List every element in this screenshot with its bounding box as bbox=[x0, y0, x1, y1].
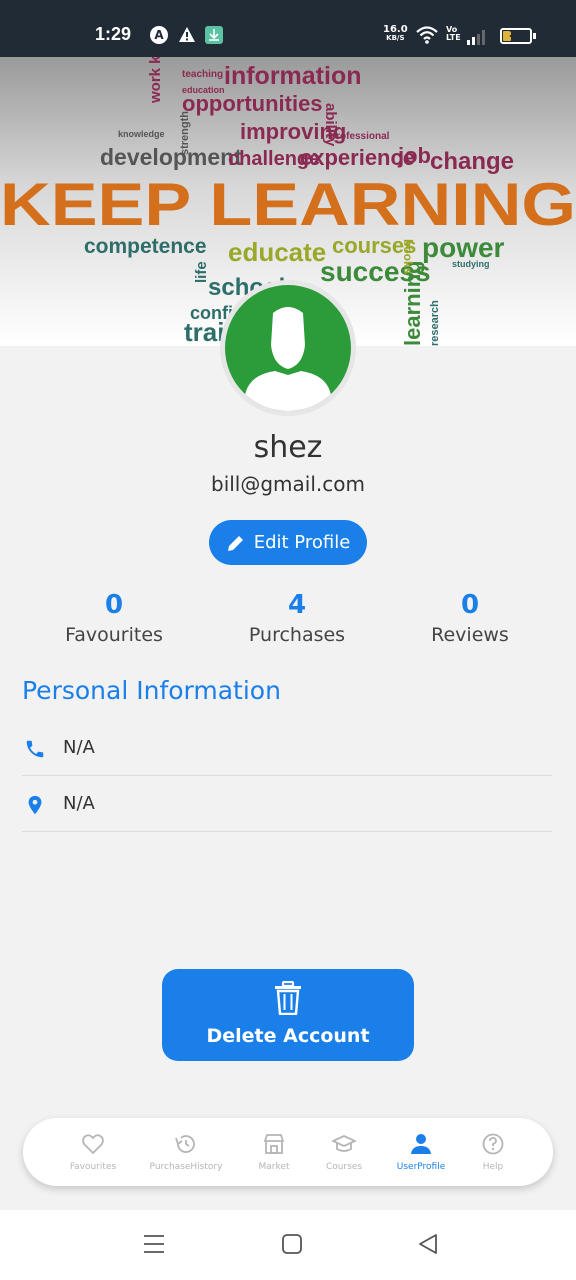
nav-item-favourites[interactable]: Favourites bbox=[53, 1118, 133, 1186]
store-icon bbox=[263, 1134, 285, 1154]
word-cloud-word: professional bbox=[330, 131, 390, 142]
delete-account-label: Delete Account bbox=[206, 1025, 370, 1047]
avatar-image bbox=[225, 285, 351, 411]
phone-icon bbox=[26, 740, 44, 758]
word-cloud-word: books bbox=[401, 239, 415, 275]
signal-icon bbox=[467, 30, 485, 45]
user-name: shez bbox=[253, 430, 323, 465]
delete-account-button[interactable]: Delete Account bbox=[162, 969, 414, 1061]
nav-item-help[interactable]: Help bbox=[463, 1118, 523, 1186]
user-email: bill@gmail.com bbox=[211, 472, 365, 496]
phone-row: N/A bbox=[22, 720, 552, 776]
word-cloud-word: life bbox=[193, 261, 210, 283]
location-pin-icon bbox=[28, 795, 42, 815]
nav-label: PurchaseHistory bbox=[149, 1162, 223, 1172]
back-icon[interactable] bbox=[416, 1232, 440, 1256]
nav-item-market[interactable]: Market bbox=[241, 1118, 307, 1186]
stat-value: 4 bbox=[287, 590, 307, 620]
nav-item-purchase-history[interactable]: PurchaseHistory bbox=[141, 1118, 231, 1186]
battery-level: 27 bbox=[509, 29, 523, 40]
location-value: N/A bbox=[63, 793, 95, 814]
nav-label: Favourites bbox=[69, 1162, 117, 1172]
history-icon bbox=[175, 1135, 195, 1153]
person-icon bbox=[411, 1134, 431, 1154]
stat-label: Favourites bbox=[65, 624, 163, 646]
word-cloud-word: information bbox=[224, 62, 362, 90]
nav-item-user-profile[interactable]: UserProfile bbox=[381, 1118, 461, 1186]
banner-headline: KEEP LEARNING bbox=[0, 171, 576, 238]
word-cloud-word: studying bbox=[452, 259, 490, 269]
personal-information-title: Personal Information bbox=[22, 676, 281, 705]
nav-label: Help bbox=[482, 1162, 504, 1172]
download-icon bbox=[205, 26, 223, 44]
volte-indicator: Vo LTE bbox=[446, 26, 461, 42]
word-cloud-word: competence bbox=[84, 235, 207, 258]
phone-value: N/A bbox=[63, 737, 95, 758]
wifi-icon bbox=[416, 26, 438, 44]
nav-label: Market bbox=[258, 1162, 290, 1172]
word-cloud-word: strength bbox=[179, 111, 191, 155]
status-bar: 1:29 A 16.0 KB/S Vo LTE 27 bbox=[0, 0, 576, 57]
location-row: N/A bbox=[22, 776, 552, 832]
stat-favourites[interactable]: 0 Favourites bbox=[19, 590, 209, 646]
menu-icon[interactable] bbox=[142, 1232, 166, 1256]
avatar[interactable] bbox=[220, 280, 356, 416]
status-time: 1:29 bbox=[95, 24, 132, 44]
home-square-icon[interactable] bbox=[280, 1232, 304, 1256]
nav-item-courses[interactable]: Courses bbox=[311, 1118, 377, 1186]
system-navigation-bar bbox=[0, 1210, 576, 1280]
trash-icon bbox=[275, 981, 301, 1015]
accessibility-app-icon: A bbox=[150, 26, 168, 44]
nav-label: Courses bbox=[325, 1162, 363, 1172]
network-speed-value: 16.0 bbox=[383, 24, 408, 35]
word-cloud-word: development bbox=[100, 144, 242, 170]
bottom-navigation: Favourites PurchaseHistory Market Course… bbox=[23, 1118, 553, 1186]
stat-value: 0 bbox=[460, 590, 480, 620]
warning-icon bbox=[179, 27, 195, 42]
network-speed: 16.0 KB/S bbox=[383, 25, 408, 43]
pencil-icon bbox=[227, 535, 243, 551]
help-icon bbox=[482, 1133, 504, 1155]
edit-profile-label: Edit Profile bbox=[253, 532, 351, 553]
edit-profile-button[interactable]: Edit Profile bbox=[209, 520, 367, 565]
word-cloud-word: knowledge bbox=[118, 129, 165, 139]
graduation-cap-icon bbox=[332, 1135, 356, 1152]
battery-tip bbox=[533, 33, 536, 39]
nav-label: UserProfile bbox=[396, 1162, 446, 1172]
word-cloud-word: teaching bbox=[182, 69, 223, 80]
stat-reviews[interactable]: 0 Reviews bbox=[375, 590, 565, 646]
stat-purchases[interactable]: 4 Purchases bbox=[202, 590, 392, 646]
battery-icon: 27 bbox=[500, 28, 532, 44]
stat-label: Purchases bbox=[248, 624, 346, 646]
person-silhouette-icon bbox=[245, 307, 331, 411]
word-cloud-word: job bbox=[397, 143, 431, 168]
word-cloud-word: education bbox=[182, 85, 225, 95]
stat-label: Reviews bbox=[431, 624, 509, 646]
word-cloud-word: research bbox=[429, 300, 441, 346]
heart-icon bbox=[82, 1134, 104, 1155]
word-cloud-word: work know bbox=[147, 57, 164, 104]
volte-bottom: LTE bbox=[446, 33, 461, 42]
word-cloud-word: educate bbox=[228, 237, 326, 267]
network-speed-unit: KB/S bbox=[386, 34, 405, 42]
stat-value: 0 bbox=[104, 590, 124, 620]
